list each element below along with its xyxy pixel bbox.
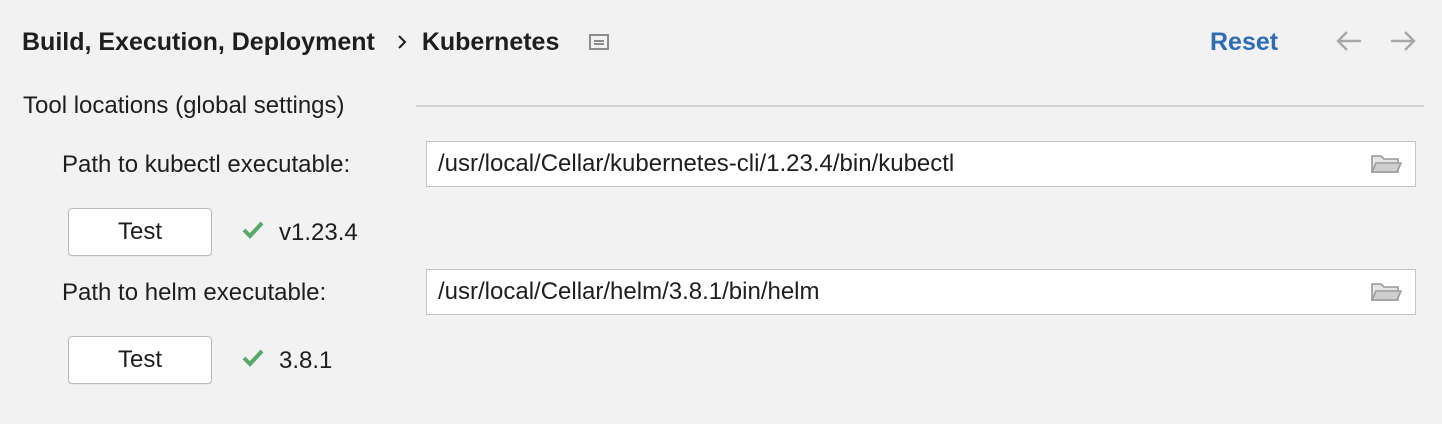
breadcrumb-item-kubernetes: Kubernetes [421, 27, 560, 56]
kubectl-path-label: Path to kubectl executable: [62, 151, 351, 178]
kubectl-test-button[interactable]: Test [68, 208, 212, 256]
helm-path-input[interactable] [427, 270, 1369, 314]
group-title: Tool locations (global settings) [23, 92, 345, 119]
helm-test-button[interactable]: Test [68, 336, 212, 384]
arrow-left-icon[interactable] [1334, 28, 1364, 54]
breadcrumb-item-build-execution-deployment: Build, Execution, Deployment [22, 27, 375, 56]
folder-icon[interactable] [1369, 279, 1403, 305]
kubectl-version: v1.23.4 [279, 219, 358, 246]
helm-version: 3.8.1 [279, 347, 333, 374]
kubectl-path-input[interactable] [427, 142, 1369, 186]
helm-path-label: Path to helm executable: [62, 279, 327, 306]
group-divider [416, 105, 1424, 107]
check-icon [240, 347, 266, 373]
helm-path-field[interactable] [426, 269, 1416, 315]
arrow-right-icon[interactable] [1388, 28, 1418, 54]
pin-icon[interactable] [589, 33, 610, 51]
breadcrumb: Build, Execution, Deployment Kubernetes [22, 24, 610, 60]
folder-icon[interactable] [1369, 151, 1403, 177]
check-icon [240, 219, 266, 245]
reset-link[interactable]: Reset [1210, 24, 1278, 60]
breadcrumb-chevron-icon [397, 34, 407, 50]
kubectl-path-field[interactable] [426, 141, 1416, 187]
